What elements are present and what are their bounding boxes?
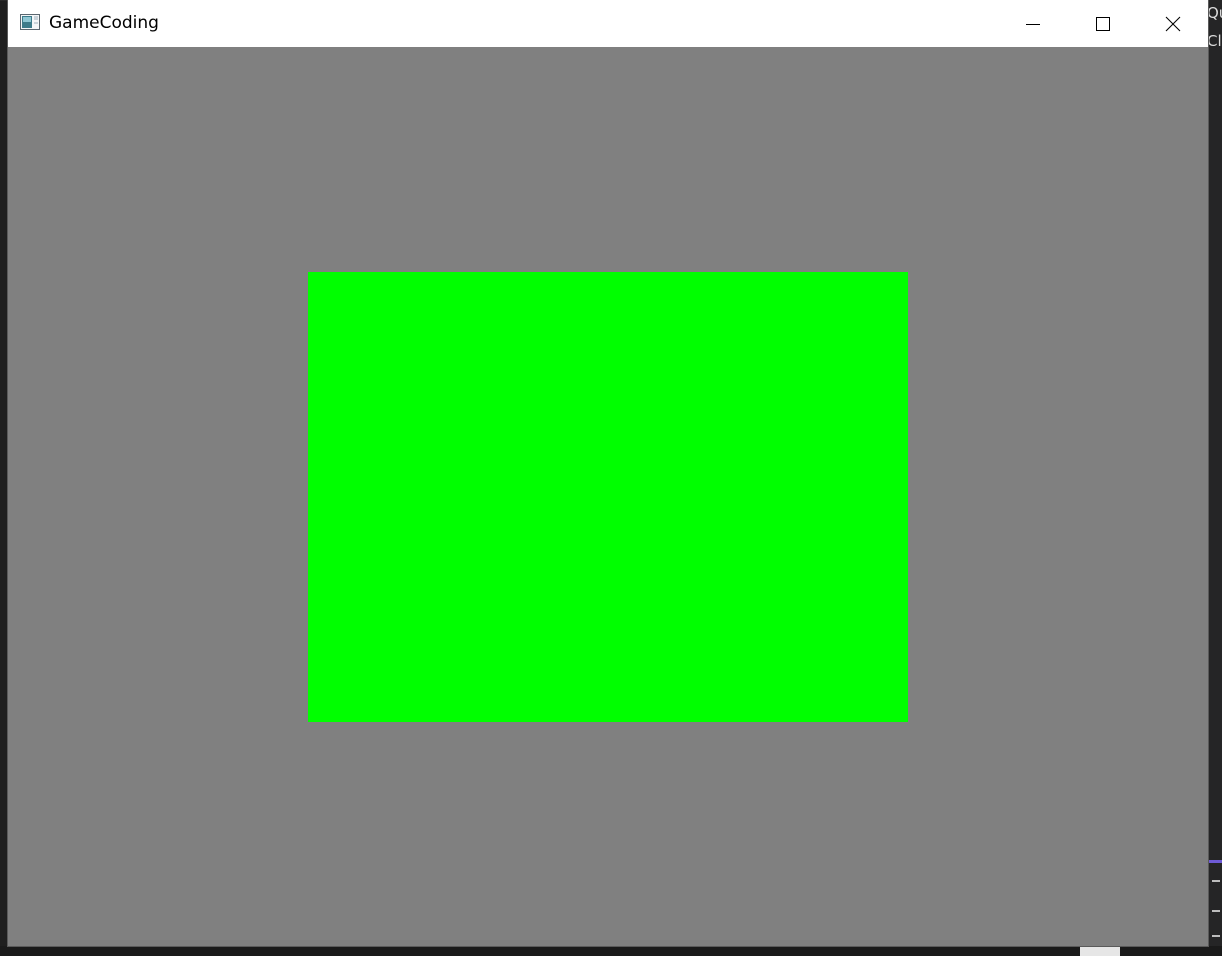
background-app-text-1: Qu [1207,4,1222,22]
app-window-icon[interactable] [20,14,40,30]
background-mark [1212,910,1220,912]
background-mark [1212,880,1220,882]
game-client-area[interactable] [8,47,1208,946]
close-button[interactable] [1138,0,1208,47]
taskbar-edge [0,946,1222,956]
taskbar-item[interactable] [1080,946,1120,956]
close-icon [1165,16,1181,31]
background-app-panel [1208,0,1222,956]
green-rectangle [308,272,908,722]
window-title: GameCoding [49,13,159,33]
game-window[interactable]: GameCoding [8,0,1208,946]
background-app-text-2: Cli [1207,32,1222,50]
title-bar[interactable]: GameCoding [8,0,1208,47]
minimize-icon [1026,23,1040,25]
maximize-icon [1096,16,1110,31]
desktop: Qu Cli GameCoding [0,0,1222,956]
background-mark [1212,935,1220,937]
minimize-button[interactable] [998,0,1068,47]
maximize-button[interactable] [1068,0,1138,47]
background-accent-line [1208,860,1222,863]
